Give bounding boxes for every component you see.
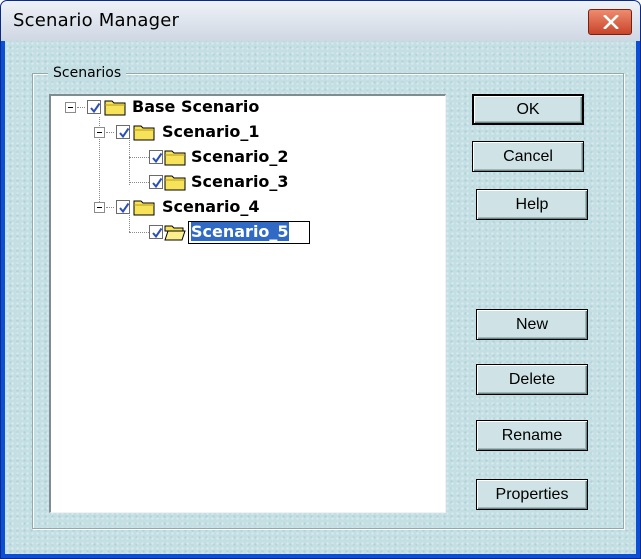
tree-node-base-scenario[interactable]: Base Scenario bbox=[132, 97, 259, 117]
open-folder-icon bbox=[164, 225, 186, 241]
cancel-button[interactable]: Cancel bbox=[472, 141, 584, 172]
tree-node-scenario-1[interactable]: Scenario_1 bbox=[162, 122, 260, 142]
folder-icon bbox=[133, 125, 155, 141]
scenarios-group-label: Scenarios bbox=[48, 65, 127, 81]
tree-connector bbox=[129, 157, 149, 158]
folder-icon bbox=[164, 150, 186, 166]
tree-connector bbox=[129, 138, 130, 185]
close-button[interactable] bbox=[588, 9, 632, 35]
collapse-scenario-1-icon[interactable] bbox=[94, 127, 105, 138]
tree-connector bbox=[77, 107, 85, 108]
base-scenario-checkbox[interactable] bbox=[87, 100, 101, 114]
scenario-tree[interactable]: Base Scenario Scenario_1 Scenario_2 Scen… bbox=[49, 94, 446, 513]
delete-button[interactable]: Delete bbox=[476, 364, 588, 395]
title-bar[interactable]: Scenario Manager bbox=[1, 1, 640, 41]
close-icon bbox=[603, 15, 619, 29]
rename-button[interactable]: Rename bbox=[476, 420, 588, 451]
ok-button[interactable]: OK bbox=[472, 94, 584, 125]
folder-icon bbox=[133, 200, 155, 216]
checkmark-icon bbox=[119, 127, 130, 139]
tree-connector bbox=[129, 213, 130, 232]
checkmark-icon bbox=[152, 227, 163, 239]
scenario-2-checkbox[interactable] bbox=[149, 150, 163, 164]
rename-scenario-input[interactable]: Scenario_5 bbox=[188, 221, 310, 244]
scenario-1-checkbox[interactable] bbox=[116, 125, 130, 139]
checkmark-icon bbox=[119, 202, 130, 214]
collapse-base-scenario-icon[interactable] bbox=[65, 102, 76, 113]
properties-button[interactable]: Properties bbox=[476, 479, 588, 510]
checkmark-icon bbox=[152, 152, 163, 164]
tree-node-scenario-5: Scenario_5 bbox=[191, 222, 289, 241]
help-button[interactable]: Help bbox=[476, 189, 588, 220]
window-title: Scenario Manager bbox=[13, 10, 180, 31]
scenario-4-checkbox[interactable] bbox=[116, 200, 130, 214]
tree-connector bbox=[129, 182, 149, 183]
tree-connector bbox=[106, 132, 114, 133]
scenario-3-checkbox[interactable] bbox=[149, 175, 163, 189]
new-button[interactable]: New bbox=[476, 309, 588, 340]
checkmark-icon bbox=[152, 177, 163, 189]
collapse-scenario-4-icon[interactable] bbox=[94, 202, 105, 213]
folder-icon bbox=[104, 100, 126, 116]
tree-node-scenario-4[interactable]: Scenario_4 bbox=[162, 197, 260, 217]
folder-icon bbox=[164, 175, 186, 191]
tree-connector bbox=[106, 207, 114, 208]
scenario-5-checkbox[interactable] bbox=[149, 225, 163, 239]
tree-connector bbox=[129, 232, 149, 233]
tree-node-scenario-2[interactable]: Scenario_2 bbox=[191, 147, 289, 167]
scenario-manager-window: Scenario Manager Scenarios Base Scenario… bbox=[0, 0, 641, 559]
dialog-body: Scenarios Base Scenario Scenario_1 Scena… bbox=[5, 41, 636, 554]
tree-node-scenario-3[interactable]: Scenario_3 bbox=[191, 172, 289, 192]
checkmark-icon bbox=[90, 102, 101, 114]
